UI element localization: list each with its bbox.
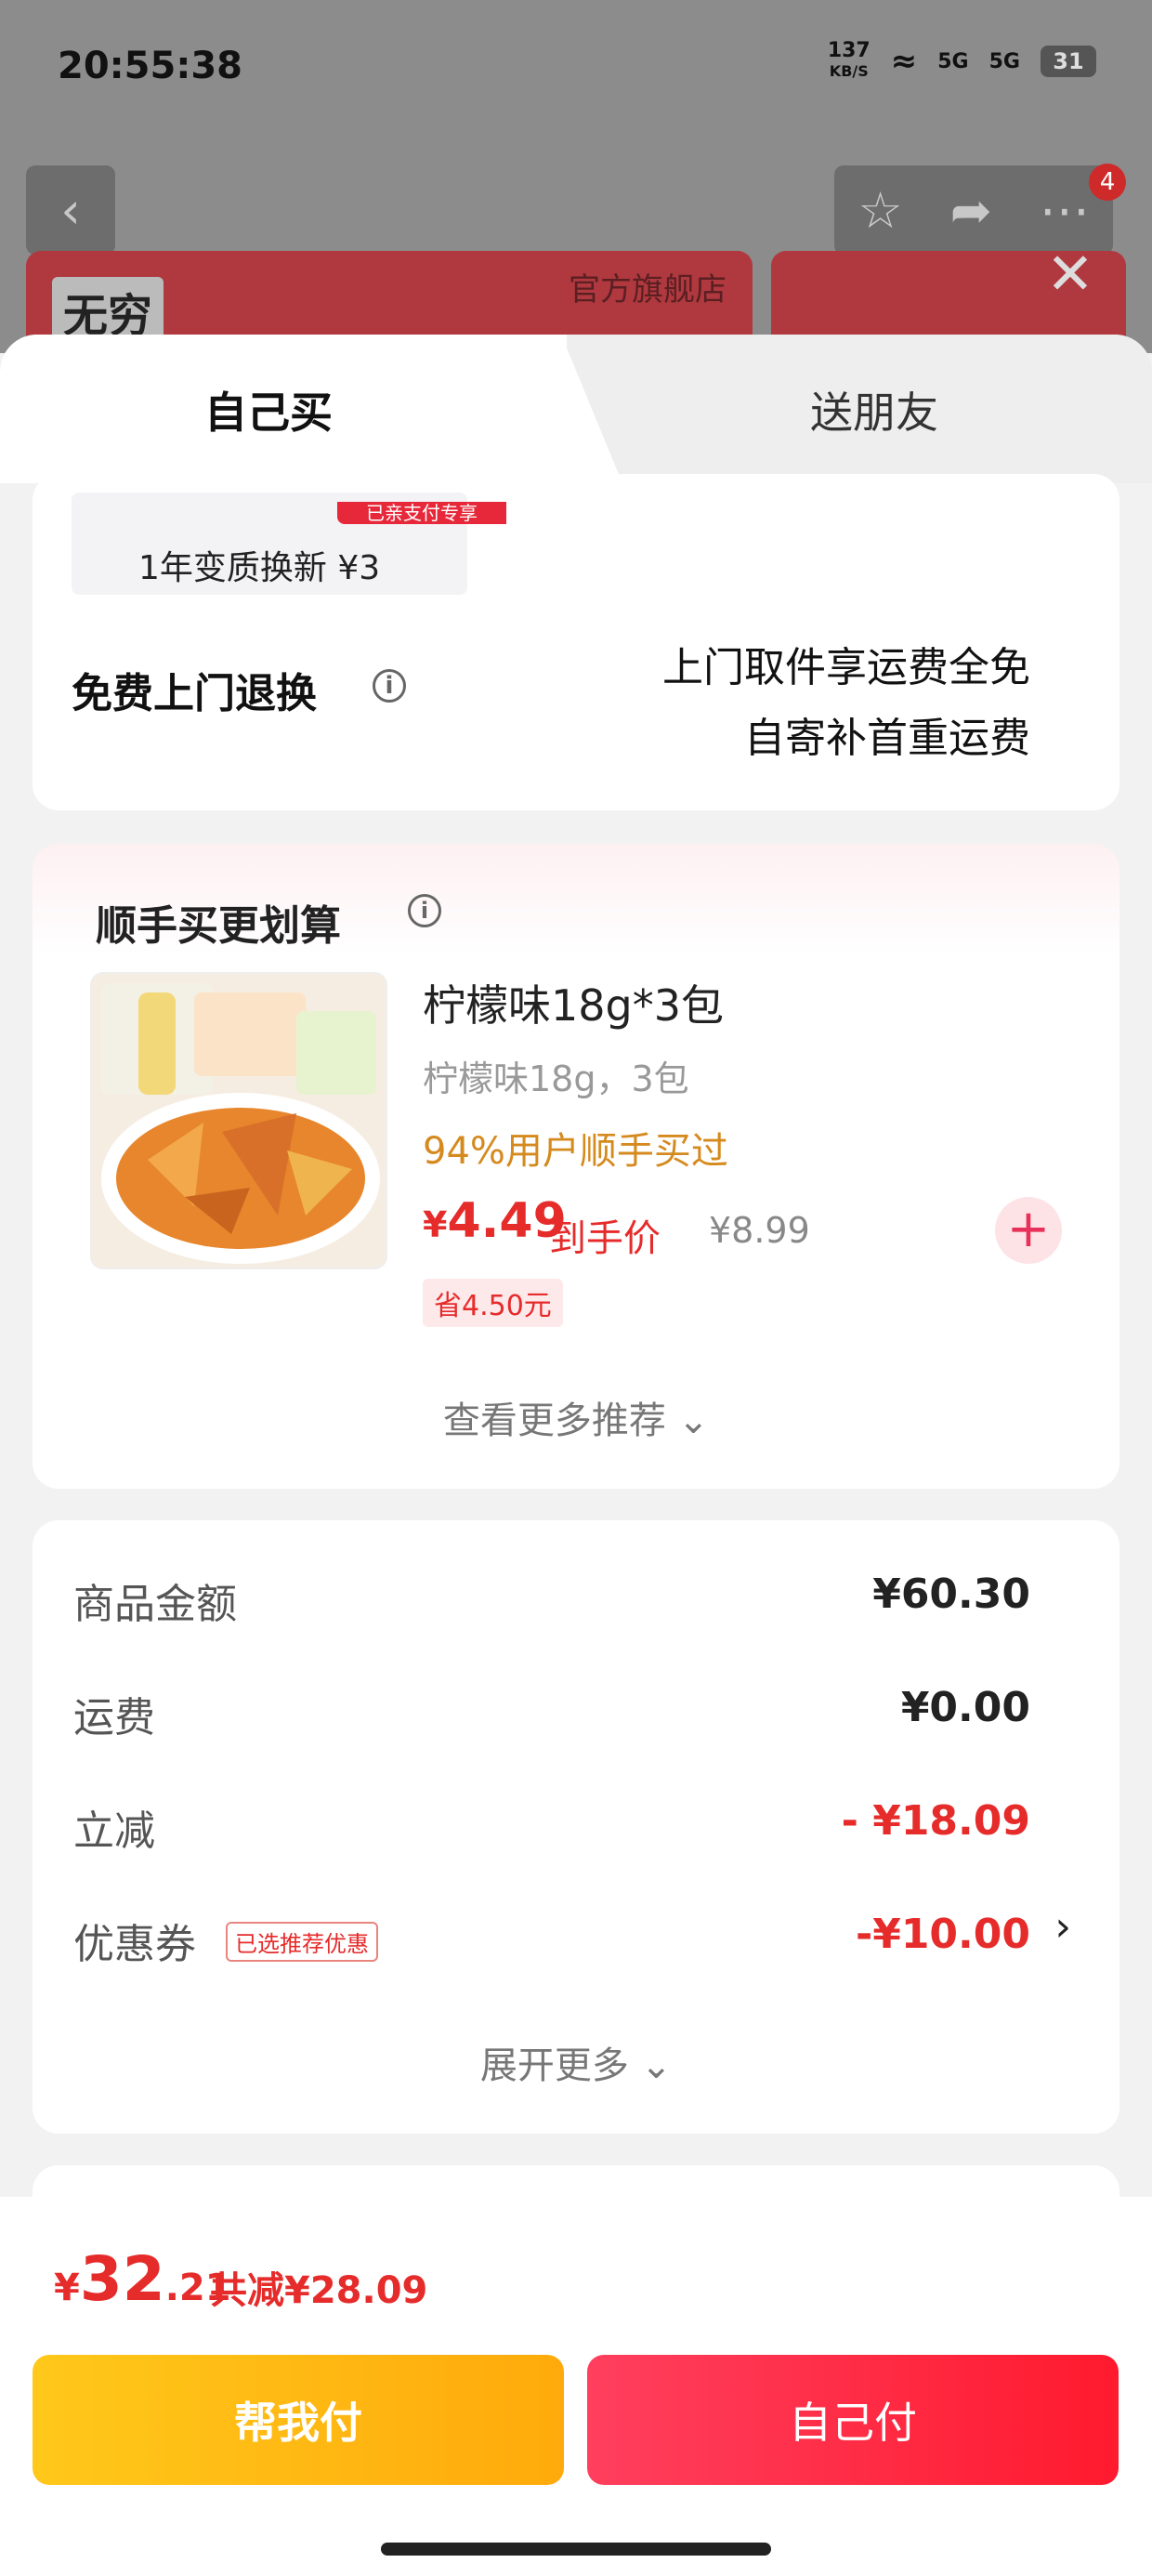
purchase-tabs: 自己买 送朋友 — [0, 335, 1152, 483]
renew-option[interactable]: 已亲支付专享 1年变质换新 ¥3 — [72, 493, 506, 595]
return-pickup-text: 上门取件享运费全免 — [662, 644, 1030, 691]
cellular-signal-2-icon: 5G — [988, 49, 1020, 73]
notification-badge: 4 — [1089, 164, 1126, 201]
status-time: 20:55:38 — [58, 45, 242, 87]
price-label: 到手价 — [549, 1217, 661, 1260]
bottom-pay-bar: ¥32.21 共减¥28.09 帮我付 自己付 — [0, 2197, 1152, 2576]
tab-self-buy-corner — [520, 335, 622, 483]
free-return-title: 免费上门退换 — [72, 670, 317, 717]
total-saved: 共减¥28.09 — [210, 2269, 428, 2312]
pay-self-button[interactable]: 自己付 — [587, 2355, 1119, 2485]
more-icon[interactable]: ⋯ — [1040, 181, 1090, 240]
network-speed: 137 KB/S — [828, 41, 871, 82]
star-icon[interactable]: ☆ — [857, 181, 902, 240]
addon-title: 顺手买更划算 — [96, 902, 341, 950]
coupon-value[interactable]: -¥10.00 — [856, 1911, 1030, 1958]
price-currency: ¥ — [423, 1204, 448, 1245]
price-summary-card: 商品金额 ¥60.30 运费 ¥0.00 立减 - ¥18.09 优惠券 已选推… — [33, 1520, 1119, 2134]
product-name[interactable]: 柠檬味18g*3包 — [423, 972, 724, 1033]
status-icons: 137 KB/S ≈ 5G 5G 31 — [828, 41, 1096, 82]
discount-label: 立减 — [73, 1807, 155, 1855]
service-card: 已亲支付专享 1年变质换新 ¥3 免费上门退换 i 上门取件享运费全免 自寄补首… — [33, 474, 1119, 810]
coupon-label: 优惠券 — [73, 1921, 196, 1968]
expand-more-link[interactable]: 展开更多 ⌄ — [33, 2035, 1119, 2089]
add-to-order-button[interactable]: + — [995, 1197, 1062, 1264]
renew-option-label: 1年变质换新 ¥3 — [138, 549, 381, 587]
total-currency: ¥ — [54, 2267, 80, 2309]
goods-amount-label: 商品金额 — [73, 1581, 237, 1628]
save-badge: 省4.50元 — [423, 1279, 563, 1327]
info-icon[interactable]: i — [408, 894, 441, 927]
battery-icon: 31 — [1041, 46, 1096, 77]
info-icon[interactable]: i — [373, 669, 406, 703]
return-self-ship-text: 自寄补首重运费 — [744, 715, 1030, 762]
back-button[interactable]: ‹ — [26, 165, 115, 255]
cellular-signal-1-icon: 5G — [937, 49, 969, 73]
pay-for-me-button[interactable]: 帮我付 — [33, 2355, 564, 2485]
tab-self-buy-label[interactable]: 自己买 — [204, 379, 333, 440]
goods-amount-value: ¥60.30 — [872, 1571, 1030, 1618]
original-price: ¥8.99 — [709, 1210, 810, 1251]
product-photo-illustration — [101, 983, 380, 1264]
total-price: ¥32.21 — [54, 2243, 231, 2315]
network-speed-value: 137 — [827, 39, 871, 62]
home-indicator — [381, 2543, 771, 2556]
chevron-left-icon: ‹ — [60, 180, 81, 240]
exclusive-tag: 已亲支付专享 — [337, 502, 506, 524]
chevron-right-icon[interactable]: › — [1054, 1903, 1071, 1951]
plus-icon: + — [1006, 1199, 1051, 1259]
coupon-tag: 已选推荐优惠 — [226, 1922, 378, 1962]
tab-gift-friend[interactable]: 送朋友 — [810, 379, 938, 440]
shipping-value: ¥0.00 — [900, 1684, 1030, 1731]
product-image[interactable] — [90, 972, 387, 1269]
more-recommendations-link[interactable]: 查看更多推荐 ⌄ — [33, 1390, 1119, 1444]
shipping-label: 运费 — [73, 1694, 155, 1741]
product-price: ¥4.49 — [423, 1193, 567, 1249]
store-label: 官方旗舰店 — [569, 271, 727, 309]
product-spec: 柠檬味18g，3包 — [423, 1058, 689, 1099]
close-icon[interactable]: ✕ — [1046, 240, 1094, 308]
social-proof: 94%用户顺手买过 — [423, 1130, 728, 1173]
addon-card: 顺手买更划算 i 柠檬味18g*3包 柠檬味18g，3包 94%用户顺手买过 ¥… — [33, 844, 1119, 1489]
total-integer: 32 — [79, 2243, 165, 2315]
discount-value: - ¥18.09 — [841, 1797, 1030, 1845]
wifi-icon: ≈ — [890, 43, 918, 80]
network-speed-unit: KB/S — [829, 62, 869, 80]
share-icon[interactable]: ➦ — [950, 181, 992, 240]
